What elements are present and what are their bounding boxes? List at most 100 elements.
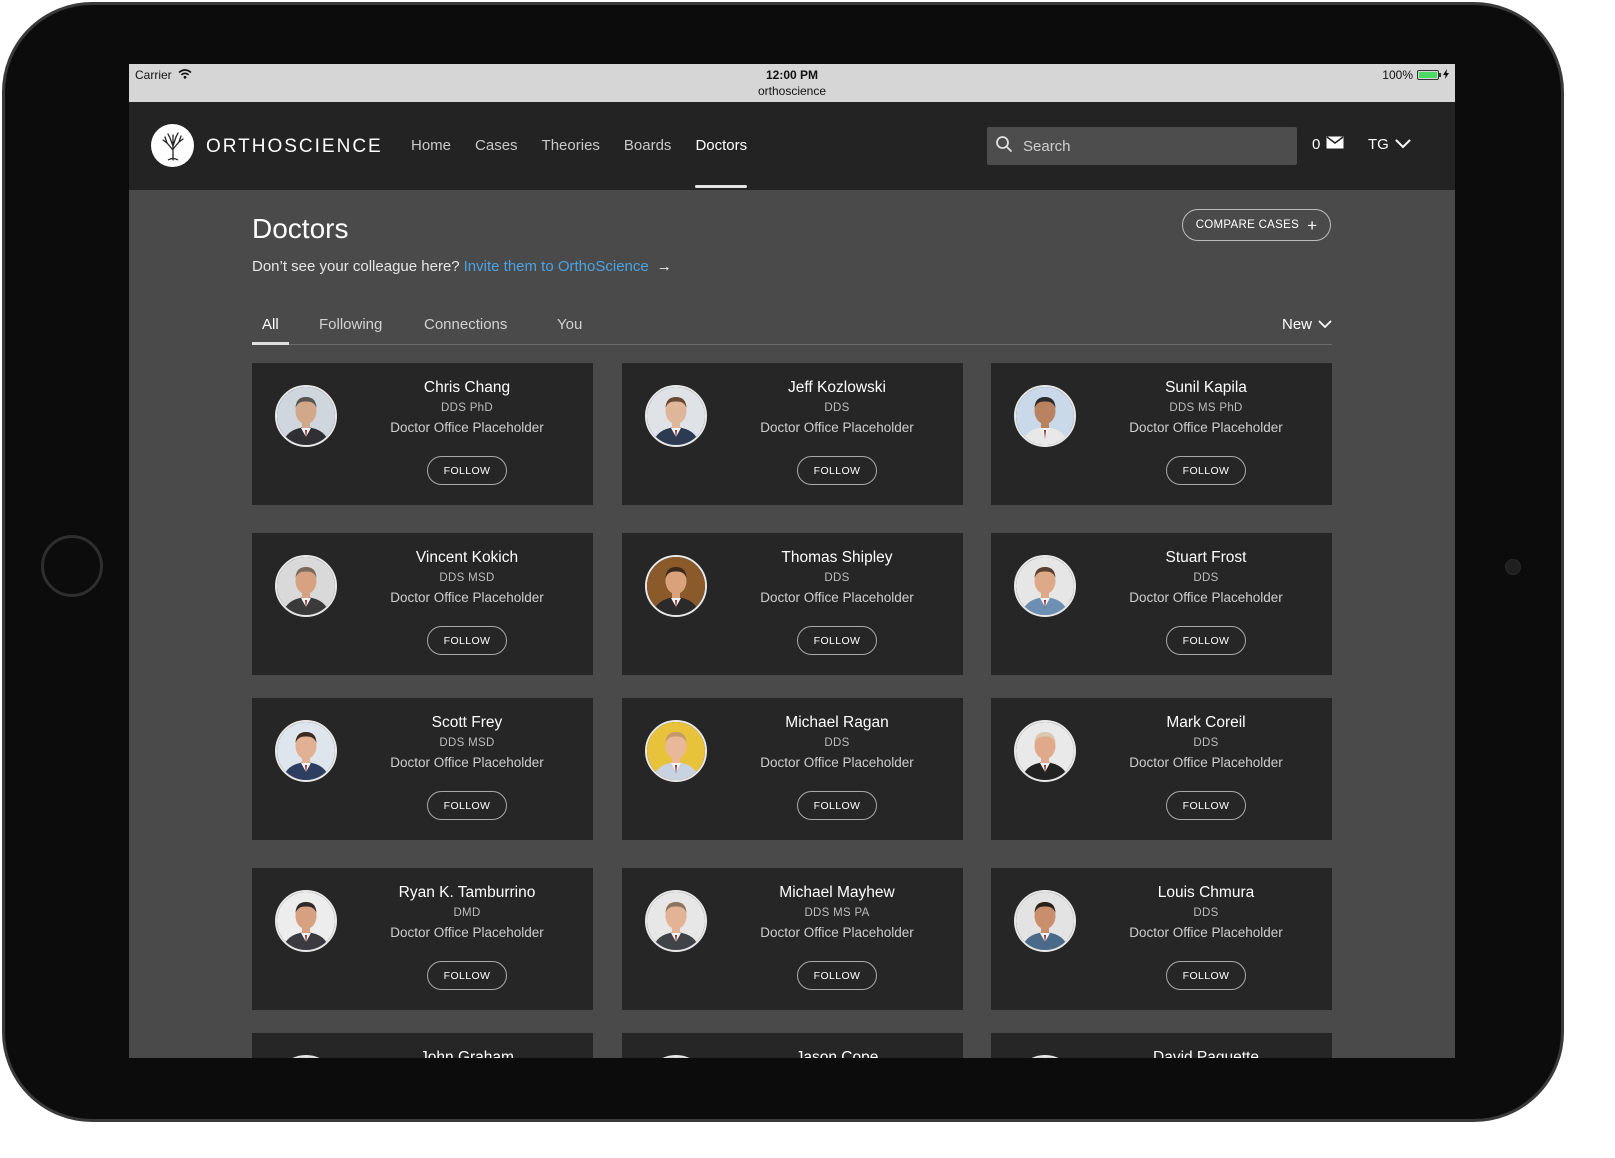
doctor-card[interactable]: Vincent Kokich DDS MSD Doctor Office Place… <box>252 533 593 675</box>
doctor-name[interactable]: Michael Ragan <box>722 714 952 732</box>
invite-link[interactable]: Invite them to OrthoScience <box>464 258 649 275</box>
page-title: Doctors <box>252 213 349 244</box>
tree-logo-icon[interactable] <box>151 124 194 167</box>
doctor-card[interactable]: John GrahamFOLLOW <box>252 1033 593 1058</box>
doctor-card[interactable]: Chris Chang DDS PhD Doctor Office Placehol… <box>252 363 593 505</box>
doctor-office: Doctor Office Placeholder <box>390 925 544 940</box>
follow-button[interactable]: FOLLOW <box>427 791 507 820</box>
avatar[interactable] <box>275 890 337 952</box>
search-bar[interactable] <box>987 127 1297 165</box>
brand-name[interactable]: ORTHOSCIENCE <box>206 136 383 158</box>
doctor-name[interactable]: Michael Mayhew <box>722 884 952 902</box>
doctor-card[interactable]: Sunil Kapila DDS MS PhD Doctor Office Plac… <box>991 363 1332 505</box>
doctor-degree: DDS <box>824 737 850 749</box>
doctor-card[interactable]: Michael Mayhew DDS MS PA Doctor Office Pla… <box>622 868 963 1010</box>
doctor-name[interactable]: Stuart Frost <box>1091 549 1321 567</box>
follow-button[interactable]: FOLLOW <box>427 626 507 655</box>
avatar[interactable] <box>645 720 707 782</box>
doctor-card[interactable]: Jason CopeFOLLOW <box>622 1033 963 1058</box>
doctor-degree: DDS MS PhD <box>1169 402 1243 414</box>
avatar[interactable] <box>275 555 337 617</box>
doctor-card[interactable]: Jeff Kozlowski DDS Doctor Office Placehold… <box>622 363 963 505</box>
doctor-card[interactable]: Stuart Frost DDS Doctor Office Placeholder… <box>991 533 1332 675</box>
doctor-name[interactable]: Louis Chmura <box>1091 884 1321 902</box>
top-nav: ORTHOSCIENCE Home Cases Theories Boards … <box>129 102 1455 190</box>
search-icon <box>995 135 1013 158</box>
messages-button[interactable]: 0 <box>1312 136 1344 153</box>
arrow-right-icon[interactable]: → <box>657 258 672 275</box>
chevron-down-icon <box>1318 316 1332 333</box>
follow-button[interactable]: FOLLOW <box>1166 626 1246 655</box>
avatar[interactable] <box>645 1055 707 1058</box>
avatar[interactable] <box>1014 1055 1076 1058</box>
battery-percent: 100% <box>1382 68 1413 82</box>
doctor-name[interactable]: Jason Cope <box>722 1049 952 1058</box>
doctor-office: Doctor Office Placeholder <box>390 590 544 605</box>
nav-cases[interactable]: Cases <box>475 102 518 190</box>
search-input[interactable] <box>1021 136 1285 156</box>
doctor-degree: DDS <box>1193 572 1219 584</box>
follow-button[interactable]: FOLLOW <box>1166 791 1246 820</box>
home-button[interactable] <box>41 535 103 597</box>
doctor-card[interactable]: Mark Coreil DDS Doctor Office Placeholder F… <box>991 698 1332 840</box>
avatar[interactable] <box>275 1055 337 1058</box>
avatar[interactable] <box>645 890 707 952</box>
follow-button[interactable]: FOLLOW <box>1166 456 1246 485</box>
doctor-card[interactable]: Scott Frey DDS MSD Doctor Office Placehold… <box>252 698 593 840</box>
follow-button[interactable]: FOLLOW <box>797 456 877 485</box>
message-count: 0 <box>1312 136 1321 153</box>
doctor-name[interactable]: Thomas Shipley <box>722 549 952 567</box>
doctor-card[interactable]: Michael Ragan DDS Doctor Office Placeholde… <box>622 698 963 840</box>
follow-button[interactable]: FOLLOW <box>797 791 877 820</box>
doctor-name[interactable]: John Graham <box>352 1049 582 1058</box>
follow-button[interactable]: FOLLOW <box>797 626 877 655</box>
user-menu[interactable]: TG <box>1368 136 1411 153</box>
doctor-office: Doctor Office Placeholder <box>760 590 914 605</box>
nav-home[interactable]: Home <box>411 102 451 190</box>
doctor-degree: DDS PhD <box>441 402 493 414</box>
doctor-card[interactable]: Thomas Shipley DDS Doctor Office Placehold… <box>622 533 963 675</box>
avatar[interactable] <box>275 385 337 447</box>
nav-doctors[interactable]: Doctors <box>695 102 747 190</box>
nav-boards[interactable]: Boards <box>624 102 672 190</box>
tab-connections[interactable]: Connections <box>424 316 507 333</box>
tab-following[interactable]: Following <box>319 316 382 333</box>
tab-you[interactable]: You <box>557 316 582 333</box>
follow-button[interactable]: FOLLOW <box>797 961 877 990</box>
follow-button[interactable]: FOLLOW <box>427 456 507 485</box>
doctor-name[interactable]: Mark Coreil <box>1091 714 1321 732</box>
status-right: 100% <box>1382 68 1449 82</box>
doctor-name[interactable]: David Paquette <box>1091 1049 1321 1058</box>
compare-cases-button[interactable]: COMPARE CASES + <box>1182 209 1331 241</box>
tab-all[interactable]: All <box>252 316 289 345</box>
doctor-name[interactable]: Vincent Kokich <box>352 549 582 567</box>
doctor-office: Doctor Office Placeholder <box>1129 590 1283 605</box>
avatar[interactable] <box>645 555 707 617</box>
compare-cases-label: COMPARE CASES <box>1195 219 1300 231</box>
doctor-office: Doctor Office Placeholder <box>390 755 544 770</box>
doctor-card[interactable]: Ryan K. Tamburrino DMD Doctor Office Place… <box>252 868 593 1010</box>
doctor-name[interactable]: Ryan K. Tamburrino <box>352 884 582 902</box>
follow-button[interactable]: FOLLOW <box>1166 961 1246 990</box>
doctor-card[interactable]: David PaquetteFOLLOW <box>991 1033 1332 1058</box>
avatar[interactable] <box>645 385 707 447</box>
doctor-name[interactable]: Scott Frey <box>352 714 582 732</box>
doctor-name[interactable]: Sunil Kapila <box>1091 379 1321 397</box>
avatar[interactable] <box>1014 720 1076 782</box>
doctor-name[interactable]: Jeff Kozlowski <box>722 379 952 397</box>
avatar[interactable] <box>1014 385 1076 447</box>
follow-button[interactable]: FOLLOW <box>427 961 507 990</box>
doctor-office: Doctor Office Placeholder <box>760 420 914 435</box>
invite-prefix: Don’t see your colleague here? <box>252 258 460 275</box>
sort-label: New <box>1281 316 1312 333</box>
doctor-card[interactable]: Louis Chmura DDS Doctor Office Placeholder… <box>991 868 1332 1010</box>
nav-links: Home Cases Theories Boards Doctors <box>411 102 771 190</box>
nav-theories[interactable]: Theories <box>542 102 600 190</box>
avatar[interactable] <box>1014 890 1076 952</box>
avatar[interactable] <box>275 720 337 782</box>
doctor-name[interactable]: Chris Chang <box>352 379 582 397</box>
site-label: orthoscience <box>757 84 827 98</box>
sort-dropdown[interactable]: New <box>1282 316 1332 333</box>
doctor-office: Doctor Office Placeholder <box>1129 420 1283 435</box>
avatar[interactable] <box>1014 555 1076 617</box>
